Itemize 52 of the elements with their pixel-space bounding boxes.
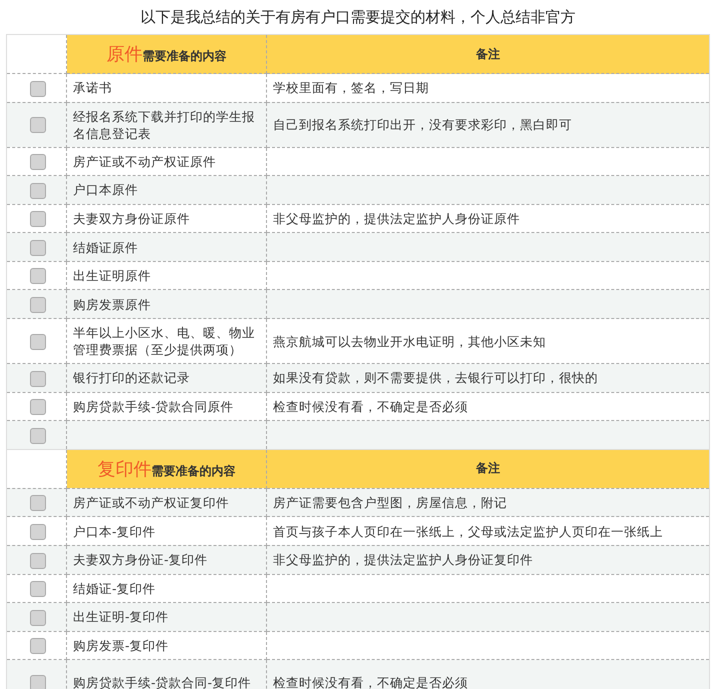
table-cell: 半年以上小区水、电、暖、物业管理费票据（至少提供两项） [73,325,255,358]
table-cell: 自己到报名系统打印出开，没有要求彩印，黑白即可 [273,117,572,132]
checkbox[interactable] [30,581,46,598]
checkbox[interactable] [30,399,46,416]
checkbox[interactable] [30,638,46,654]
checkbox[interactable] [30,610,46,626]
checkbox[interactable] [30,117,46,134]
table-cell: 结婚证-复印件 [73,580,156,596]
page-title: 以下是我总结的关于有房有户口需要提交的材料，个人总结非官方 [140,7,576,28]
checkbox[interactable] [30,428,46,444]
table-cell: 银行打印的还款记录 [73,370,190,386]
checkbox[interactable] [30,211,46,228]
table-cell: 如果没有贷款，则不需要提供，去银行可以打印，很快的 [273,370,598,386]
checkbox[interactable] [30,675,46,689]
table-cell: 非父母监护的，提供法定监护人身份证复印件 [273,552,533,568]
checkbox[interactable] [30,524,46,540]
table-cell: 出生证明原件 [73,268,151,284]
table-cell: 房产证或不动产权证复印件 [73,495,229,510]
table-cell: 检查时候没有看，不确定是否必须 [273,398,468,414]
table-cell: 户口本-复印件 [73,524,156,539]
table-cell: 购房贷款手续-贷款合同-复印件 [73,674,252,689]
table-cell: 夫妻双方身份证-复印件 [73,552,208,568]
table-cell: 购房贷款手续-贷款合同原件 [73,398,234,414]
table-cell: 经报名系统下载并打印的学生报名信息登记表 [73,108,255,141]
table-cell: 出生证明-复印件 [73,609,169,624]
table-cell: 非父母监护的，提供法定监护人身份证原件 [273,211,520,226]
table-cell: 户口本原件 [73,182,138,198]
checkbox[interactable] [30,495,46,512]
column-header: 原件需要准备的内容 [66,34,266,74]
table-cell: 购房发票原件 [73,296,151,312]
table-cell: 房产证需要包含户型图，房屋信息，附记 [273,495,507,510]
table-cell: 购房发票-复印件 [73,638,169,653]
checkbox[interactable] [30,370,46,387]
checkbox[interactable] [30,552,46,569]
table-cell: 首页与孩子本人页印在一张纸上，父母或法定监护人页印在一张纸上 [273,524,663,539]
checkbox[interactable] [30,240,46,256]
column-header: 复印件需要准备的内容 [66,449,266,488]
table-cell: 夫妻双方身份证原件 [73,211,190,226]
table-cell: 学校里面有，签名，写日期 [273,80,429,96]
checkbox[interactable] [30,154,46,170]
checkbox[interactable] [30,80,46,97]
column-header: 备注 [266,449,710,488]
checkbox[interactable] [30,334,46,350]
table-cell: 房产证或不动产权证原件 [73,154,216,169]
column-header: 备注 [266,34,710,74]
checkbox[interactable] [30,297,46,314]
checkbox[interactable] [30,182,46,199]
table-cell: 燕京航城可以去物业开水电证明，其他小区未知 [273,334,546,349]
checkbox[interactable] [30,268,46,284]
table-cell: 结婚证原件 [73,240,138,255]
table-cell: 检查时候没有看，不确定是否必须 [273,674,468,689]
table-cell: 承诺书 [73,80,112,96]
